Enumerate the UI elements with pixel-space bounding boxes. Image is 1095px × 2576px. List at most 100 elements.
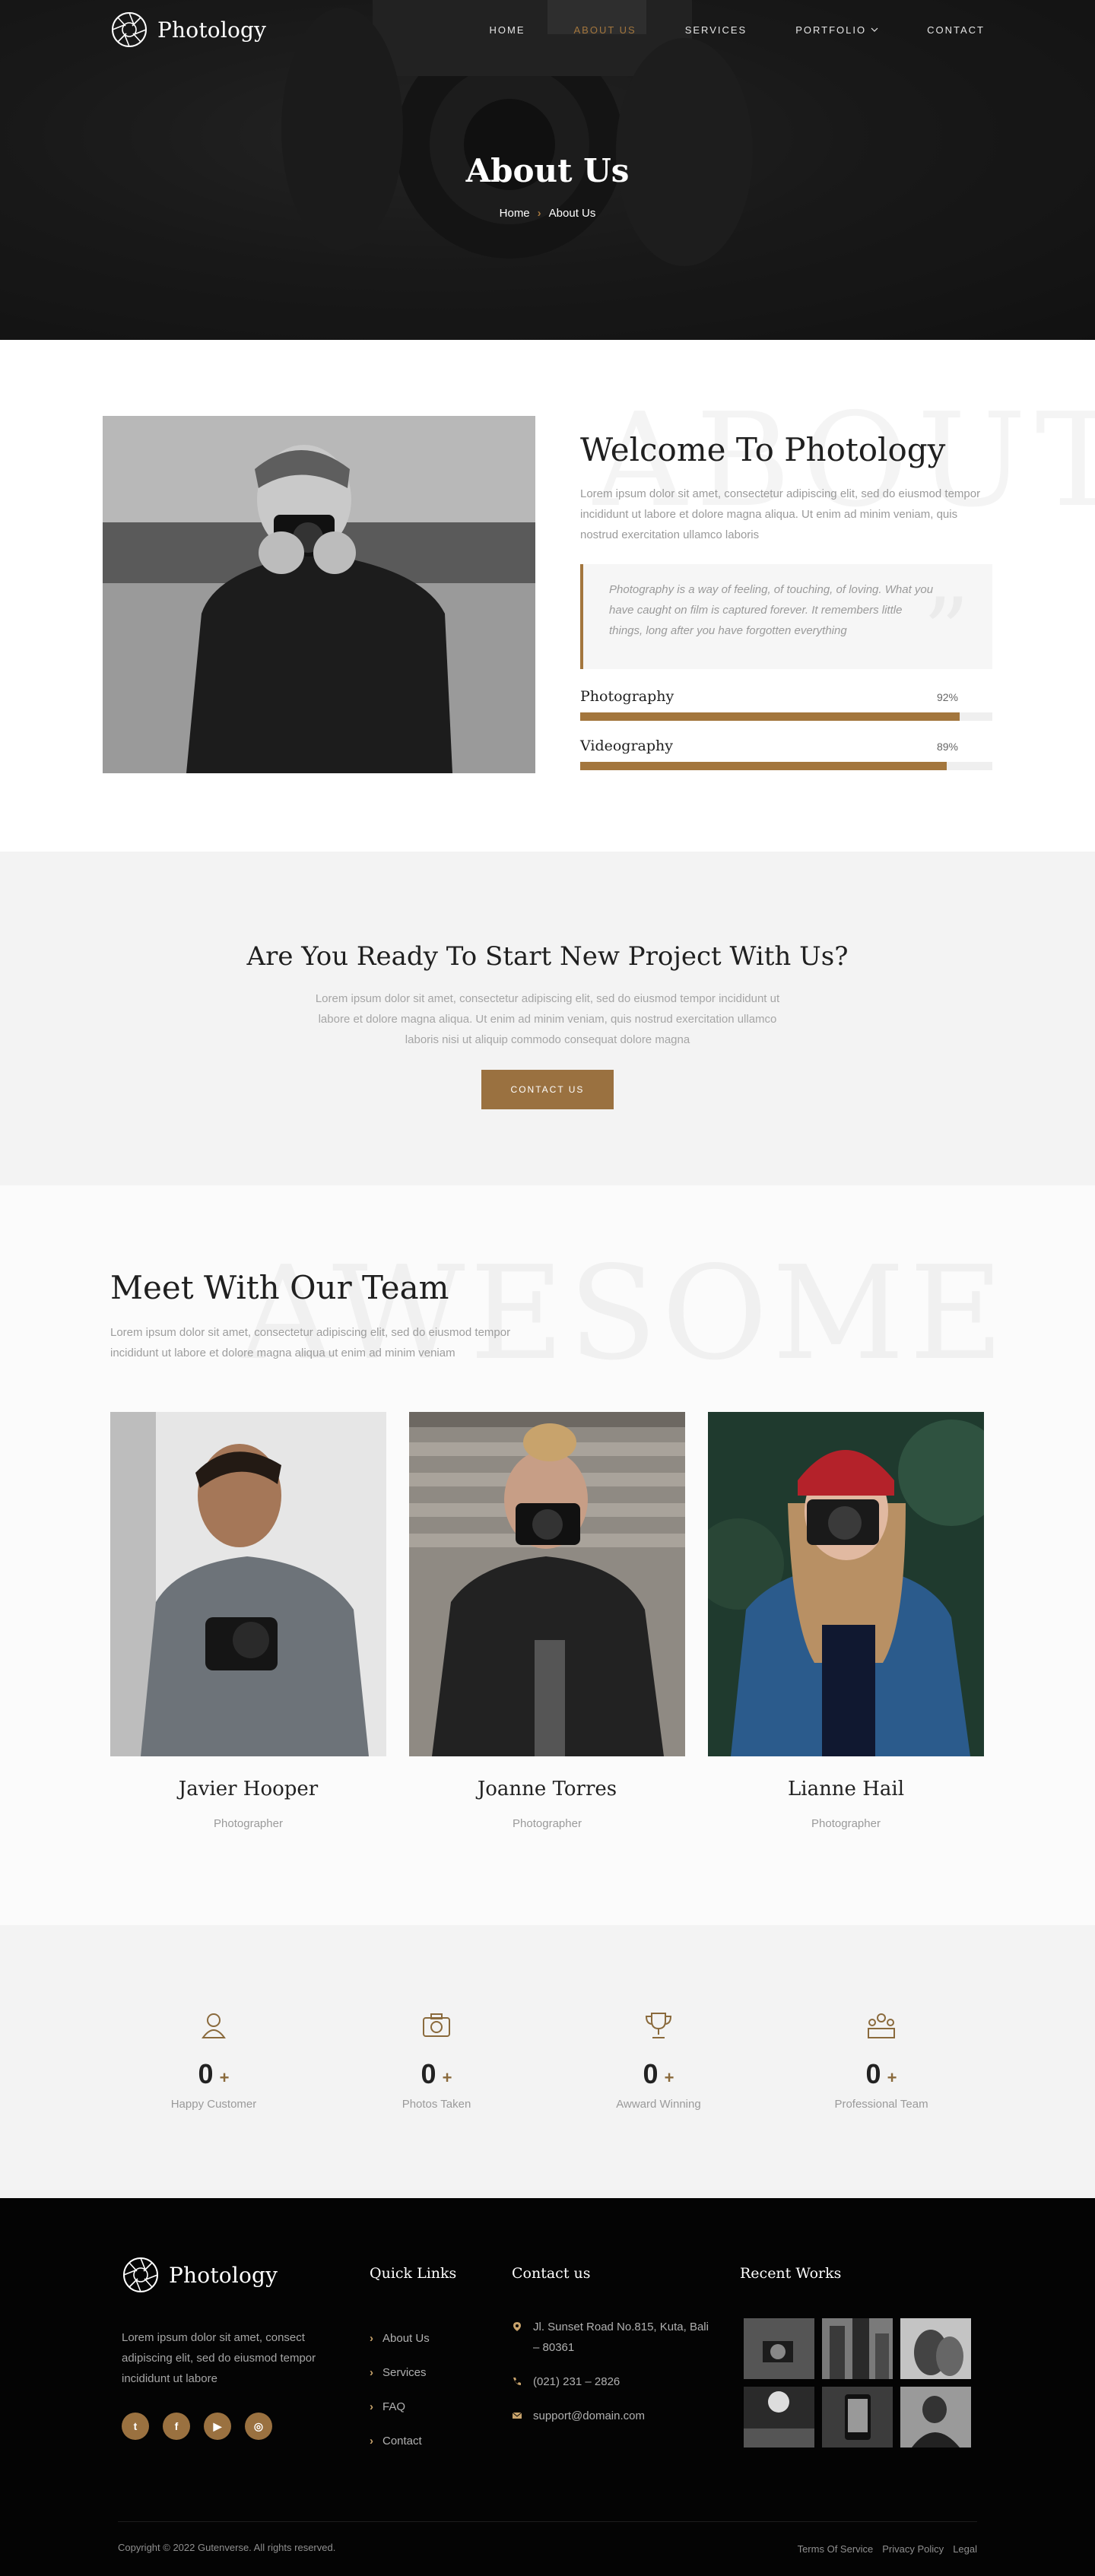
recent-work-thumbnail[interactable] bbox=[900, 2318, 971, 2379]
breadcrumb: Home › About Us bbox=[0, 207, 1095, 220]
footer: Photology Lorem ipsum dolor sit amet, co… bbox=[0, 2198, 1095, 2576]
team-card: Lianne Hail Photographer bbox=[708, 1412, 984, 1830]
recent-work-thumbnail[interactable] bbox=[744, 2387, 814, 2448]
recent-work-thumbnail[interactable] bbox=[744, 2318, 814, 2379]
chevron-down-icon bbox=[871, 27, 878, 32]
nav-menu: HOME ABOUT US SERVICES PORTFOLIO CONTACT bbox=[490, 24, 986, 36]
nav-item-portfolio[interactable]: PORTFOLIO bbox=[795, 24, 878, 36]
hero-banner: Photology HOME ABOUT US SERVICES PORTFOL… bbox=[0, 0, 1095, 340]
phone-icon bbox=[513, 2378, 521, 2385]
nav-item-contact[interactable]: CONTACT bbox=[927, 24, 985, 36]
nav-item-services[interactable]: SERVICES bbox=[685, 24, 747, 36]
team-member-photo bbox=[409, 1412, 685, 1756]
stat-value: 0 + bbox=[198, 2058, 230, 2089]
twitter-icon[interactable]: t bbox=[122, 2413, 149, 2440]
team-member-photo bbox=[708, 1412, 984, 1756]
team-member-role: Photographer bbox=[513, 1817, 582, 1830]
team-section: AWESOME Meet With Our Team Lorem ipsum d… bbox=[0, 1185, 1095, 1925]
team-card: Javier Hooper Photographer bbox=[110, 1412, 386, 1830]
footer-link-contact[interactable]: › Contact bbox=[370, 2424, 430, 2458]
footer-link-services[interactable]: › Services bbox=[370, 2356, 430, 2390]
legal-links: Terms Of Service Privacy Policy Legal bbox=[798, 2543, 977, 2555]
footer-link-faq[interactable]: › FAQ bbox=[370, 2390, 430, 2424]
quick-links-title: Quick Links bbox=[370, 2265, 457, 2282]
quick-links: › About Us › Services › FAQ › Contact bbox=[370, 2321, 430, 2458]
nav-item-portfolio-label: PORTFOLIO bbox=[795, 24, 867, 36]
skill-percent: 89% bbox=[936, 741, 958, 753]
envelope-icon bbox=[512, 2412, 522, 2419]
stat-professional-team: 0 + Professional Team bbox=[805, 2009, 957, 2111]
chevron-right-icon: › bbox=[370, 2332, 373, 2345]
team-icon bbox=[868, 2013, 895, 2038]
logo-text: Photology bbox=[157, 17, 267, 43]
nav-item-home[interactable]: HOME bbox=[490, 24, 525, 36]
quote-mark-icon: ” bbox=[922, 579, 970, 685]
main-navigation: Photology HOME ABOUT US SERVICES PORTFOL… bbox=[0, 0, 1095, 59]
team-lead-text: Lorem ipsum dolor sit amet, consectetur … bbox=[110, 1326, 511, 1359]
team-member-name: Lianne Hail bbox=[787, 1778, 905, 1800]
skill-bar-fill bbox=[580, 762, 947, 770]
team-member-name: Joanne Torres bbox=[477, 1778, 617, 1800]
stat-photos-taken: 0 + Photos Taken bbox=[360, 2009, 513, 2111]
stat-label: Awward Winning bbox=[616, 2098, 701, 2111]
team-member-role: Photographer bbox=[811, 1817, 881, 1830]
breadcrumb-home[interactable]: Home bbox=[500, 207, 530, 220]
cta-section: Are You Ready To Start New Project With … bbox=[0, 852, 1095, 1185]
team-card: Joanne Torres Photographer bbox=[409, 1412, 685, 1830]
recent-work-thumbnail[interactable] bbox=[822, 2318, 893, 2379]
cta-text: Lorem ipsum dolor sit amet, consectetur … bbox=[315, 992, 780, 1046]
about-quote: Photography is a way of feeling, of touc… bbox=[580, 564, 992, 678]
recent-work-thumbnail[interactable] bbox=[822, 2387, 893, 2448]
chevron-right-icon: › bbox=[370, 2400, 373, 2413]
recent-works-title: Recent Works bbox=[740, 2265, 842, 2282]
footer-link-about-us[interactable]: › About Us bbox=[370, 2321, 430, 2356]
about-section: ABOUT Welcome To Photology Lorem ipsum d… bbox=[0, 340, 1095, 852]
stat-happy-customer: 0 + Happy Customer bbox=[138, 2009, 290, 2111]
contact-address: Jl. Sunset Road No.815, Kuta, Bali – 803… bbox=[512, 2317, 709, 2358]
team-background-word: AWESOME bbox=[240, 1239, 1008, 1389]
contact-email[interactable]: support@domain.com bbox=[512, 2406, 709, 2426]
stat-value: 0 + bbox=[865, 2058, 897, 2089]
team-member-name: Javier Hooper bbox=[178, 1778, 319, 1800]
instagram-icon[interactable]: ◎ bbox=[245, 2413, 272, 2440]
chevron-right-icon: › bbox=[370, 2366, 373, 2379]
contact-phone[interactable]: (021) 231 – 2826 bbox=[512, 2371, 709, 2392]
stat-value: 0 + bbox=[643, 2058, 674, 2089]
about-content: Welcome To Photology Lorem ipsum dolor s… bbox=[580, 431, 992, 770]
social-links: t f ▶ ◎ bbox=[122, 2413, 272, 2440]
chevron-right-icon: › bbox=[370, 2435, 373, 2448]
skill-photography: Photography 92% bbox=[580, 688, 992, 721]
team-member-photo bbox=[110, 1412, 386, 1756]
skill-name: Videography bbox=[580, 738, 674, 754]
recent-works-gallery bbox=[744, 2318, 971, 2448]
skill-bar bbox=[580, 762, 992, 770]
about-quote-text: Photography is a way of feeling, of touc… bbox=[609, 583, 934, 637]
terms-of-service-link[interactable]: Terms Of Service bbox=[798, 2543, 874, 2555]
stats-section: 0 + Happy Customer 0 + Photos Taken 0 + Aww… bbox=[0, 1925, 1095, 2198]
stat-award-winning: 0 + Awward Winning bbox=[582, 2009, 735, 2111]
youtube-icon[interactable]: ▶ bbox=[204, 2413, 231, 2440]
contact-us-button[interactable]: CONTACT US bbox=[481, 1070, 614, 1109]
stat-value: 0 + bbox=[421, 2058, 452, 2089]
nav-item-about-us[interactable]: ABOUT US bbox=[574, 24, 636, 36]
stat-label: Professional Team bbox=[834, 2098, 928, 2111]
customer-icon bbox=[202, 2013, 226, 2038]
facebook-icon[interactable]: f bbox=[163, 2413, 190, 2440]
recent-work-thumbnail[interactable] bbox=[900, 2387, 971, 2448]
camera-icon bbox=[423, 2013, 450, 2037]
skill-percent: 92% bbox=[936, 691, 958, 703]
team-member-role: Photographer bbox=[214, 1817, 283, 1830]
trophy-icon bbox=[645, 2013, 672, 2038]
contact-info: Jl. Sunset Road No.815, Kuta, Bali – 803… bbox=[512, 2317, 709, 2440]
aperture-logo-icon bbox=[112, 12, 147, 47]
skill-videography: Videography 89% bbox=[580, 738, 992, 770]
logo-text: Photology bbox=[169, 2262, 278, 2288]
legal-link[interactable]: Legal bbox=[953, 2543, 977, 2555]
stat-label: Photos Taken bbox=[402, 2098, 471, 2111]
privacy-policy-link[interactable]: Privacy Policy bbox=[882, 2543, 944, 2555]
logo[interactable]: Photology bbox=[110, 11, 266, 49]
skill-bar-fill bbox=[580, 712, 960, 721]
footer-logo[interactable]: Photology bbox=[122, 2256, 278, 2294]
page-title: About Us bbox=[465, 152, 630, 189]
copyright-text: Copyright © 2022 Gutenverse. All rights … bbox=[118, 2542, 336, 2553]
